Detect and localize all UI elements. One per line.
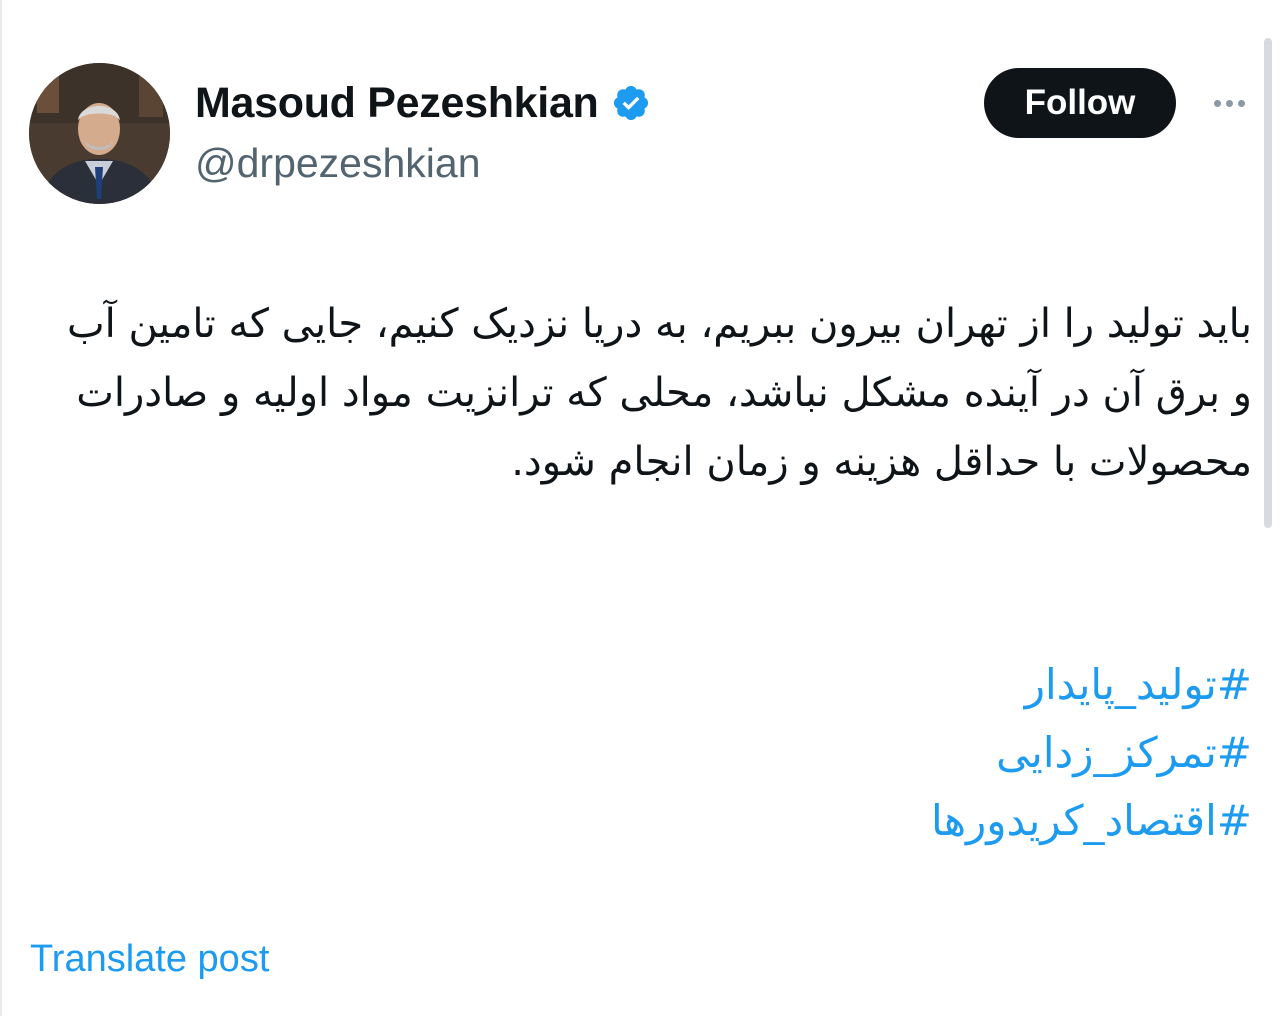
author-name-row: Masoud Pezeshkian: [195, 78, 651, 128]
author-handle[interactable]: @drpezeshkian: [195, 140, 481, 187]
more-options-button[interactable]: [1205, 86, 1253, 120]
translate-post-link[interactable]: Translate post: [30, 938, 269, 981]
author-display-name[interactable]: Masoud Pezeshkian: [195, 79, 599, 128]
more-horizontal-icon: [1237, 99, 1245, 107]
post-card: Masoud Pezeshkian @drpezeshkian Follow ب…: [0, 0, 1280, 1016]
hashtag-link[interactable]: #تمرکز_زدایی: [552, 719, 1252, 787]
hashtag-list: #تولید_پایدار #تمرکز_زدایی #اقتصاد_کریدو…: [552, 651, 1252, 855]
avatar-photo: [29, 63, 170, 204]
hashtag-link[interactable]: #اقتصاد_کریدورها: [552, 787, 1252, 855]
author-avatar[interactable]: [29, 63, 170, 204]
more-horizontal-icon: [1225, 99, 1233, 107]
follow-button[interactable]: Follow: [984, 68, 1176, 138]
more-horizontal-icon: [1213, 99, 1221, 107]
scrollbar[interactable]: [1264, 38, 1272, 528]
verified-badge-icon: [613, 85, 648, 121]
post-text: باید تولید را از تهران بیرون ببریم، به د…: [67, 301, 1252, 485]
hashtag-link[interactable]: #تولید_پایدار: [552, 651, 1252, 719]
